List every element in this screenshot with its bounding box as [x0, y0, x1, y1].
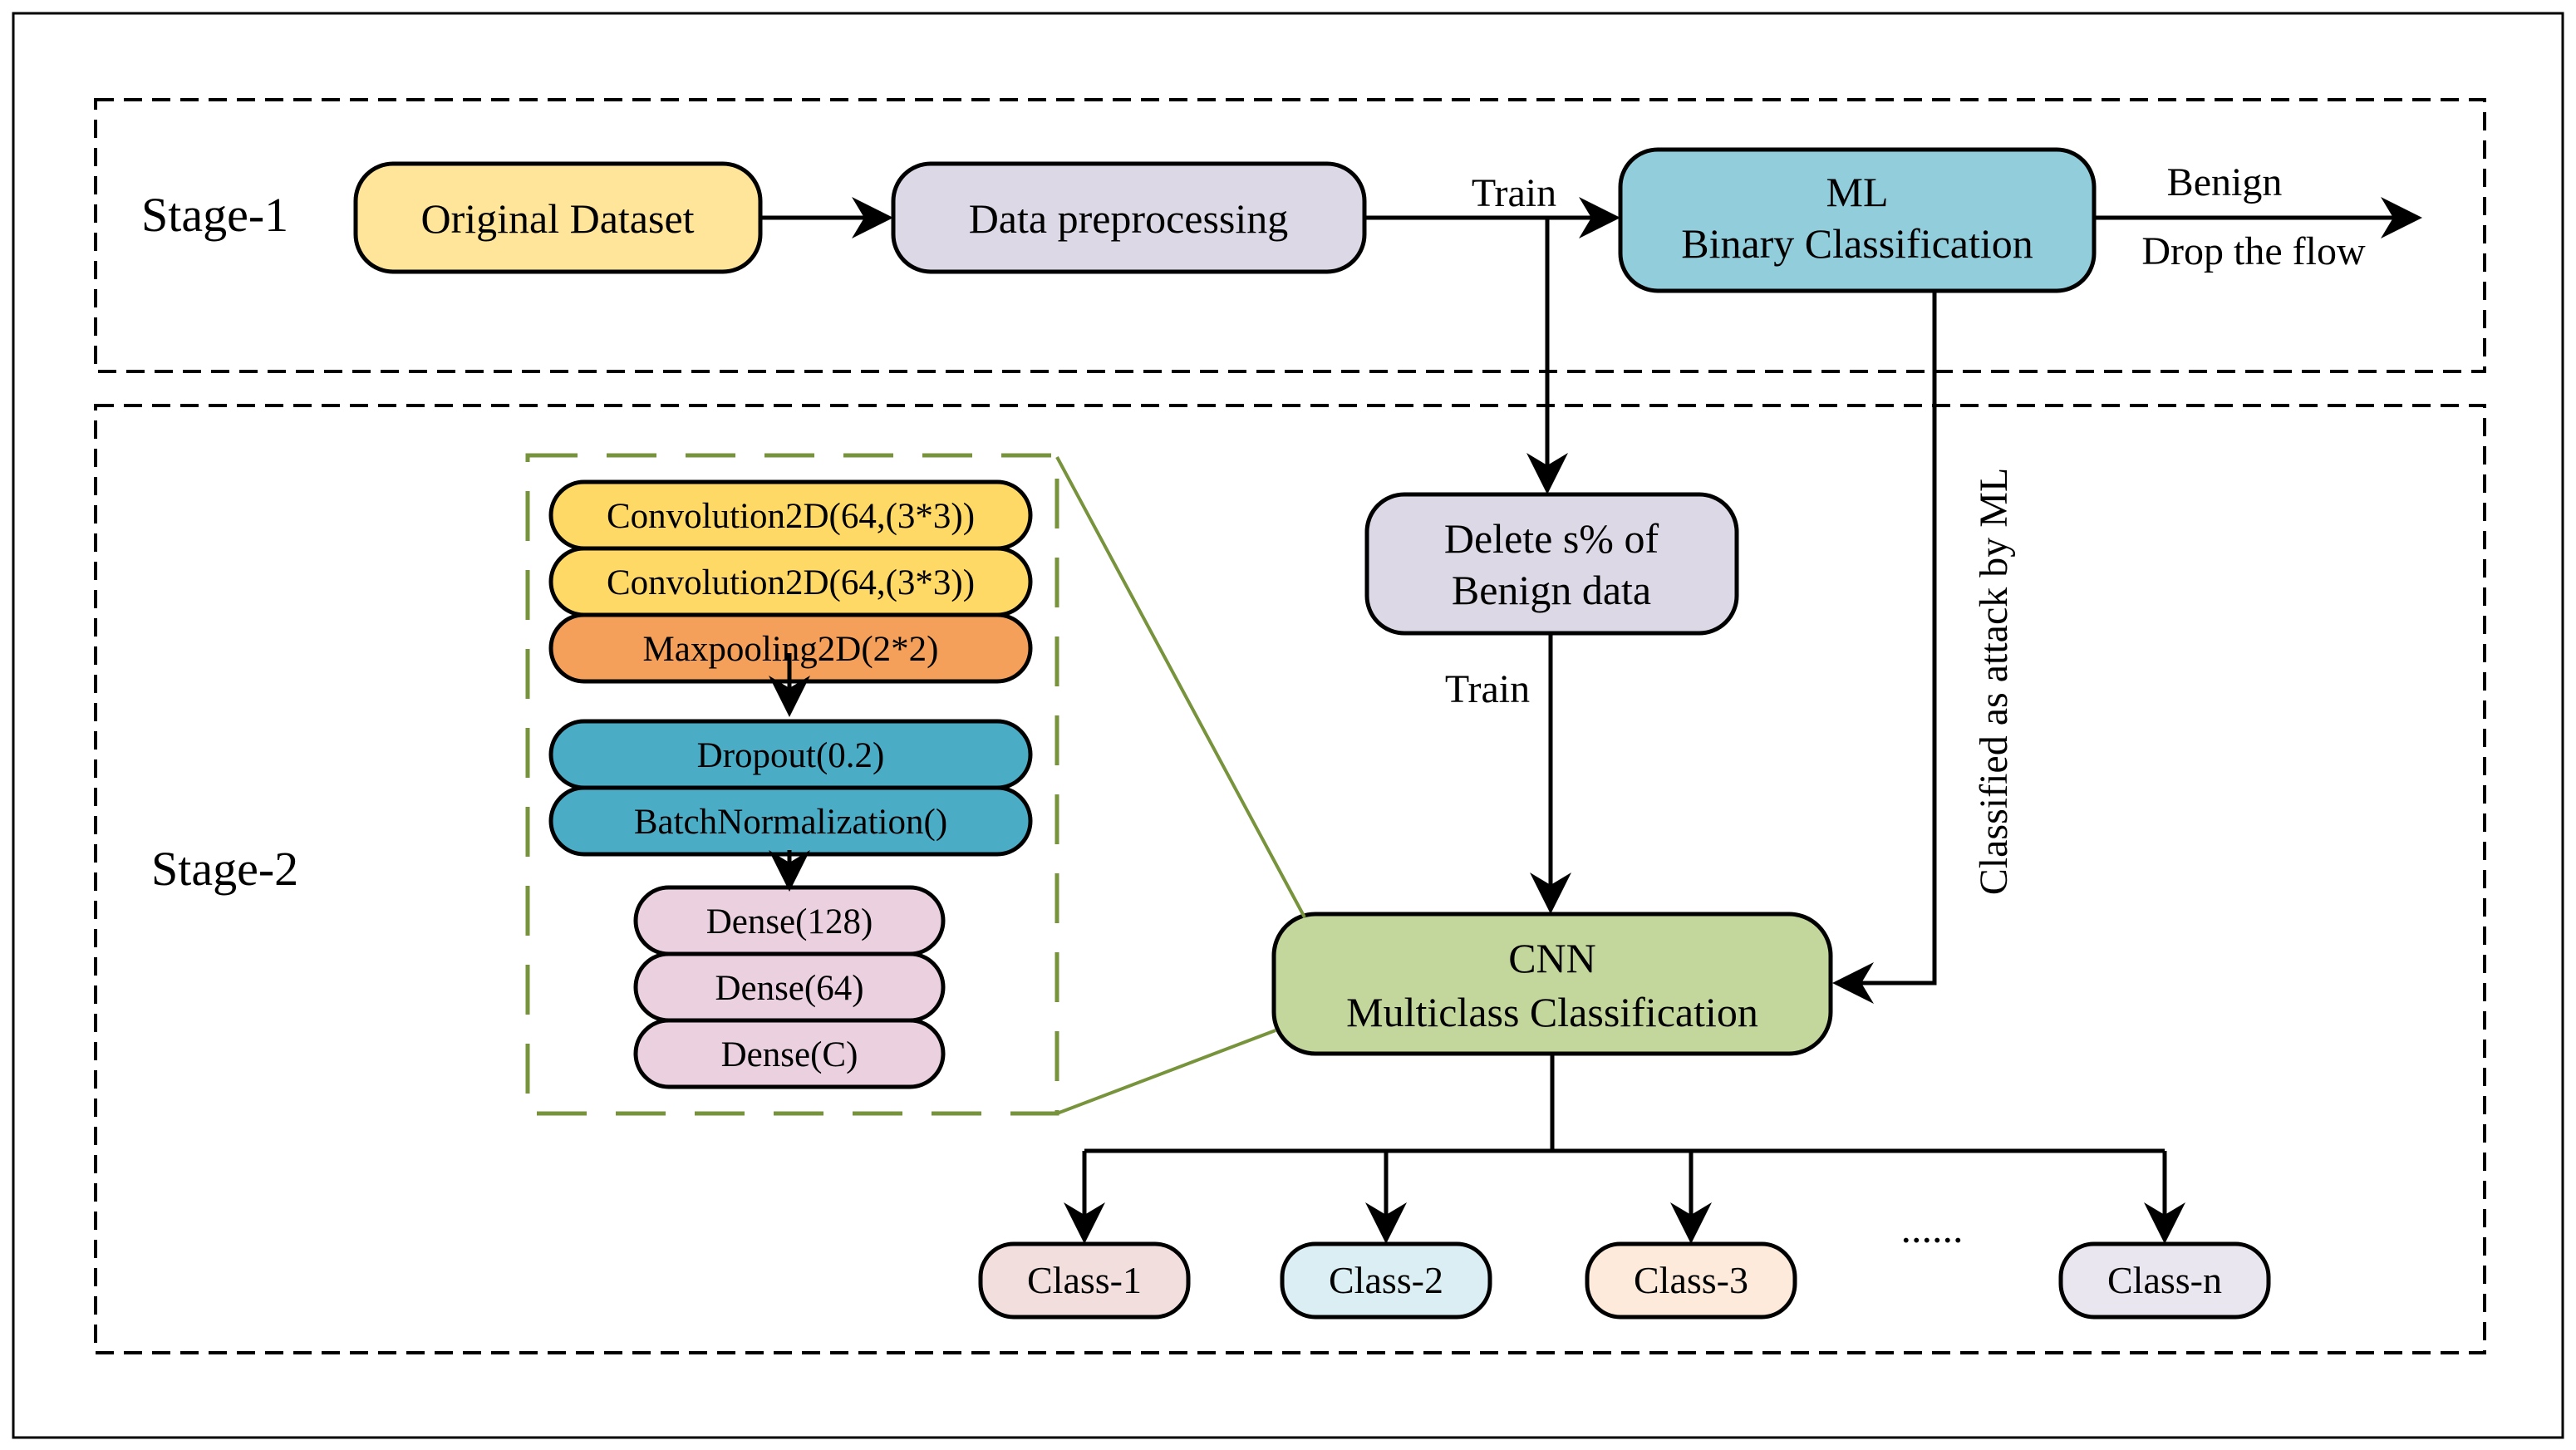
train-label-mid: Train [1445, 667, 1530, 711]
delete-label-line1: Delete s% of [1444, 515, 1659, 562]
arrow-ml-attack-to-cnn [1832, 291, 1937, 1004]
binary-classification-label: Binary Classification [1681, 220, 2033, 267]
architecture-diagram: Stage-1 Stage-2 Original Dataset Data pr… [12, 12, 2564, 1439]
classified-attack-label: Classified as attack by ML [1972, 468, 2016, 896]
class-output-2[interactable]: Class-2 [1280, 1151, 1492, 1320]
cnn-layer[interactable]: Dense(64) [633, 951, 946, 1023]
original-dataset-node[interactable]: Original Dataset [353, 161, 763, 274]
class-label: Class-3 [1634, 1259, 1748, 1301]
cnn-layer-label: Dense(C) [721, 1035, 858, 1074]
cnn-layer[interactable]: Convolution2D(64,(3*3)) [548, 479, 1033, 551]
delete-benign-node[interactable]: Delete s% of Benign data [1364, 492, 1739, 636]
cnn-layer-label: Dense(128) [706, 902, 873, 941]
stage-1-label: Stage-1 [141, 188, 288, 242]
class-outputs: Class-1 Class-2 Class-3 Class-n [978, 1151, 2271, 1320]
multiclass-classification-label: Multiclass Classification [1346, 989, 1758, 1035]
zoom-connector-bottom [1056, 1029, 1276, 1115]
cnn-layer[interactable]: Dense(128) [633, 885, 946, 956]
class-label: Class-n [2107, 1259, 2222, 1301]
class-output-3[interactable]: Class-3 [1585, 1151, 1797, 1320]
class-label: Class-2 [1329, 1259, 1443, 1301]
data-preprocessing-label: Data preprocessing [969, 195, 1289, 242]
cnn-layer[interactable]: Dropout(0.2) [548, 719, 1033, 790]
cnn-layer-label: Dense(64) [715, 969, 863, 1008]
cnn-layer-label: Convolution2D(64,(3*3)) [607, 563, 975, 602]
stage-2-label: Stage-2 [151, 842, 298, 896]
ml-label: ML [1826, 169, 1889, 215]
cnn-multiclass-node[interactable]: CNN Multiclass Classification [1271, 912, 1833, 1056]
cnn-layer-label: BatchNormalization() [634, 803, 947, 842]
cnn-layer[interactable]: Dense(C) [633, 1018, 946, 1089]
ml-binary-node[interactable]: ML Binary Classification [1618, 147, 2097, 293]
data-preprocessing-node[interactable]: Data preprocessing [891, 161, 1367, 274]
stage-2-container [94, 404, 2486, 1354]
ellipsis-label: ...... [1901, 1205, 1964, 1251]
cnn-layer-stack: Convolution2D(64,(3*3)) Convolution2D(64,… [548, 479, 1033, 1089]
drop-flow-label: Drop the flow [2141, 229, 2366, 273]
class-output-4[interactable]: Class-n [2058, 1151, 2271, 1320]
delete-label-line2: Benign data [1452, 567, 1651, 613]
class-output-1[interactable]: Class-1 [978, 1151, 1191, 1320]
cnn-layer-label: Dropout(0.2) [697, 736, 885, 775]
cnn-layer[interactable]: BatchNormalization() [548, 785, 1033, 857]
cnn-layer-label: Convolution2D(64,(3*3)) [607, 497, 975, 536]
cnn-layer[interactable]: Convolution2D(64,(3*3)) [548, 546, 1033, 617]
cnn-label: CNN [1508, 935, 1596, 981]
train-label-top: Train [1472, 171, 1556, 215]
benign-label: Benign [2167, 160, 2283, 204]
zoom-connector-top [1055, 456, 1306, 918]
original-dataset-label: Original Dataset [420, 195, 694, 242]
class-label: Class-1 [1027, 1259, 1142, 1301]
